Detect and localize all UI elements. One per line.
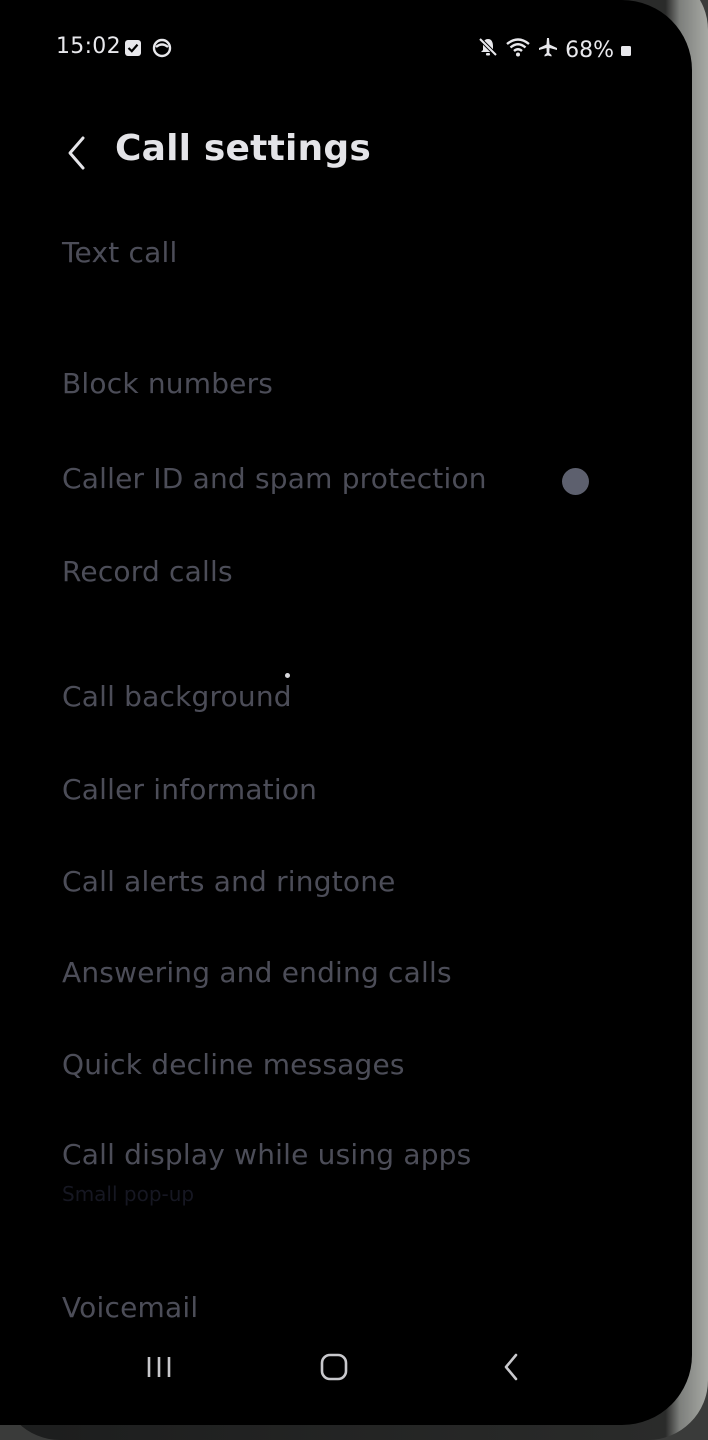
nav-back-button[interactable] <box>486 1345 536 1389</box>
page-title: Call settings <box>115 128 371 169</box>
status-time: 15:02 <box>56 34 121 59</box>
menu-item-caller-information[interactable]: Caller information <box>62 773 317 806</box>
home-icon <box>320 1353 348 1381</box>
airplane-icon <box>537 36 559 64</box>
back-icon <box>504 1353 518 1381</box>
menu-item-call-background[interactable]: Call background <box>62 680 292 713</box>
checkbox-notification-icon <box>124 39 142 61</box>
menu-item-call-display-sublabel: Small pop-up <box>62 1182 195 1206</box>
mute-icon <box>477 36 499 64</box>
menu-item-answering-ending[interactable]: Answering and ending calls <box>62 956 452 989</box>
status-left-icons <box>124 38 172 62</box>
chevron-left-icon <box>68 136 85 170</box>
menu-item-call-display[interactable]: Call display while using apps <box>62 1138 471 1171</box>
menu-item-record-calls[interactable]: Record calls <box>62 555 233 588</box>
menu-item-call-alerts[interactable]: Call alerts and ringtone <box>62 865 396 898</box>
recent-apps-button[interactable] <box>134 1345 184 1389</box>
battery-percent: 68% <box>565 37 614 63</box>
back-button[interactable] <box>56 130 96 176</box>
menu-item-block-numbers[interactable]: Block numbers <box>62 367 273 400</box>
circle-notification-icon <box>152 38 172 62</box>
menu-item-voicemail[interactable]: Voicemail <box>62 1291 198 1324</box>
battery-icon <box>620 38 632 63</box>
menu-item-text-call[interactable]: Text call <box>62 236 177 269</box>
recent-apps-icon <box>147 1357 171 1377</box>
wifi-icon <box>505 36 531 64</box>
menu-item-caller-id[interactable]: Caller ID and spam protection <box>62 462 487 495</box>
home-button[interactable] <box>309 1345 359 1389</box>
menu-item-quick-decline[interactable]: Quick decline messages <box>62 1048 405 1081</box>
phone-screen: 15:02 68% Call settings Text call Block … <box>0 0 692 1425</box>
caller-id-toggle[interactable] <box>562 468 589 495</box>
status-right: 68% <box>477 36 632 64</box>
touch-indicator-dot <box>285 673 290 678</box>
